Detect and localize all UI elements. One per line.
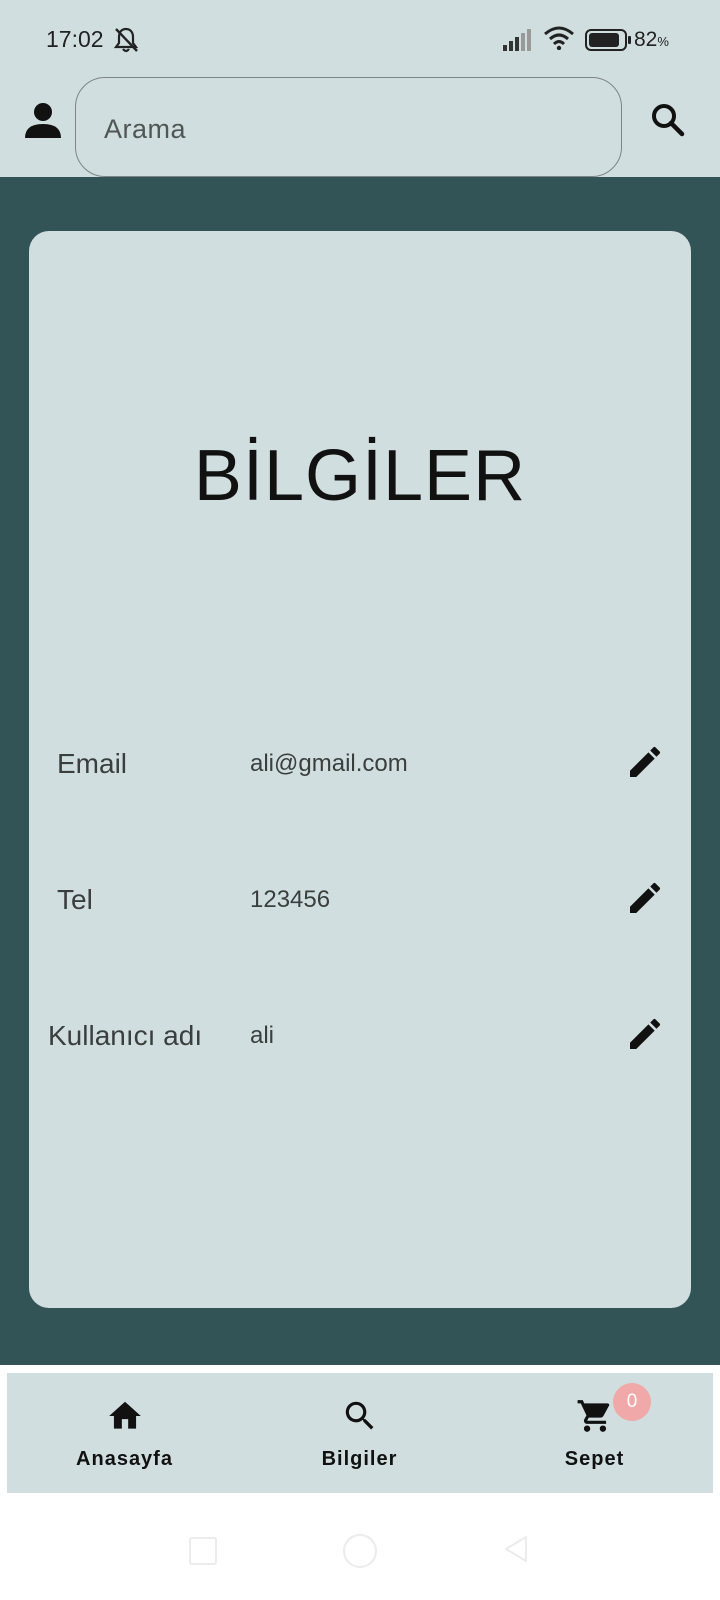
back-icon[interactable] — [502, 1533, 530, 1565]
battery-unit: % — [657, 34, 669, 49]
search-icon[interactable] — [650, 102, 686, 138]
home-icon — [109, 1401, 141, 1429]
info-row-tel: Tel 123456 — [29, 868, 691, 928]
signal-icon — [503, 29, 531, 51]
cart-badge: 0 — [613, 1383, 651, 1421]
nav-label-home: Anasayfa — [76, 1448, 173, 1470]
tel-value: 123456 — [250, 886, 331, 913]
page-title: BİLGİLER — [193, 436, 527, 516]
username-label: Kullanıcı adı — [48, 1020, 203, 1051]
bottom-nav: Anasayfa Bilgiler Sepet 0 — [7, 1373, 713, 1493]
wifi-icon — [544, 26, 574, 50]
nav-label-info: Bilgiler — [321, 1448, 398, 1470]
username-value: ali — [250, 1022, 275, 1049]
status-bar: 17:02 82% — [0, 0, 720, 80]
bell-muted-icon — [113, 27, 139, 53]
top-bar: Arama — [0, 77, 720, 177]
user-icon[interactable] — [24, 102, 62, 140]
info-row-email: Email ali@gmail.com — [29, 732, 691, 792]
nav-item-cart[interactable]: Sepet — [477, 1373, 712, 1493]
tel-label: Tel — [57, 884, 93, 915]
email-value: ali@gmail.com — [250, 750, 408, 777]
main-content: BİLGİLER Email ali@gmail.com Tel 123456 … — [0, 177, 720, 1365]
battery-percent: 82 — [634, 28, 658, 51]
nav-item-info[interactable]: Bilgiler — [242, 1373, 477, 1493]
edit-username-icon[interactable] — [625, 1014, 665, 1054]
home-button-icon[interactable] — [343, 1534, 377, 1568]
status-time: 17:02 — [46, 26, 104, 52]
nav-item-home[interactable]: Anasayfa — [7, 1373, 242, 1493]
search-input[interactable]: Arama — [104, 114, 186, 145]
edit-tel-icon[interactable] — [625, 878, 665, 918]
recent-apps-icon[interactable] — [189, 1537, 217, 1565]
search-box[interactable]: Arama — [75, 77, 622, 177]
email-label: Email — [57, 748, 128, 779]
battery-icon — [585, 29, 631, 51]
system-nav-bar — [0, 1493, 720, 1600]
edit-email-icon[interactable] — [625, 742, 665, 782]
nav-label-cart: Sepet — [564, 1448, 625, 1470]
info-card: BİLGİLER Email ali@gmail.com Tel 123456 … — [29, 231, 691, 1308]
search-icon — [345, 1401, 374, 1430]
cart-icon — [577, 1400, 610, 1432]
info-row-username: Kullanıcı adı ali — [29, 1004, 691, 1064]
